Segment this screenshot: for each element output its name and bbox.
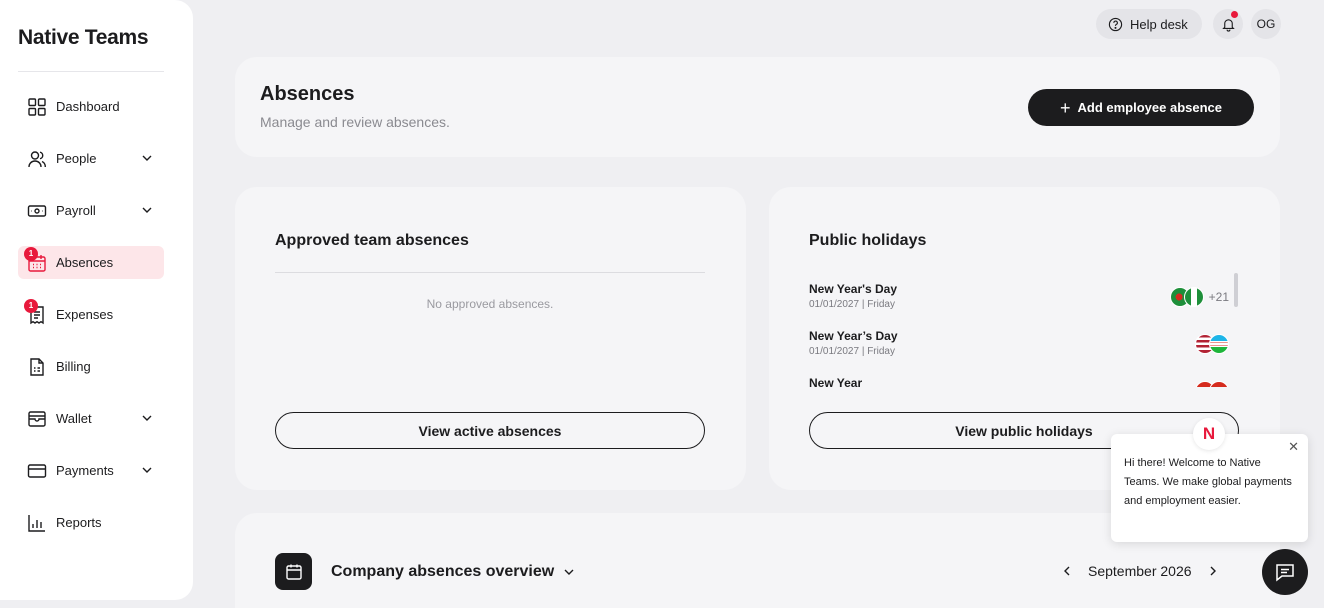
- sidebar-item-reports[interactable]: Reports: [18, 506, 164, 539]
- grid-icon: [27, 97, 47, 117]
- empty-state-text: No approved absences.: [426, 297, 554, 311]
- sidebar-item-payroll[interactable]: Payroll: [18, 194, 164, 227]
- document-icon: [27, 357, 47, 377]
- chat-logo-letter: N: [1202, 424, 1216, 443]
- chevron-down-icon[interactable]: [140, 151, 154, 165]
- holiday-name: New Year's Day: [809, 282, 898, 296]
- chevron-down-icon: [564, 569, 574, 575]
- flag-icon: [1183, 287, 1204, 307]
- holiday-row[interactable]: New Year’s Day 01/01/2027 | Friday: [809, 320, 1229, 364]
- people-icon: [27, 149, 47, 169]
- add-employee-absence-button[interactable]: + Add employee absence: [1028, 89, 1254, 126]
- country-flags[interactable]: [1195, 380, 1229, 387]
- card-icon: [27, 461, 47, 481]
- sidebar-item-expenses[interactable]: 1 Expenses: [18, 298, 164, 331]
- receipt-icon: 1: [24, 298, 47, 325]
- chevron-right-icon[interactable]: [1206, 564, 1220, 578]
- holiday-list-scrollbar[interactable]: [1234, 273, 1238, 307]
- chevron-down-icon[interactable]: [140, 203, 154, 217]
- holiday-row[interactable]: New Year's Day 01/01/2027 | Friday +21: [809, 273, 1229, 317]
- view-active-absences-button[interactable]: View active absences: [275, 412, 705, 449]
- holiday-name: New Year: [809, 376, 863, 387]
- overview-title-dropdown[interactable]: Company absences overview: [331, 563, 576, 581]
- flag-icon: [1209, 334, 1229, 354]
- sidebar-item-dashboard[interactable]: Dashboard: [18, 90, 164, 123]
- sidebar-item-label: Reports: [56, 515, 102, 530]
- month-navigator: September 2026: [1060, 563, 1220, 579]
- page-subtitle: Manage and review absences.: [260, 114, 450, 130]
- current-month: September 2026: [1088, 563, 1192, 579]
- calendar-icon: 1: [24, 246, 47, 273]
- sidebar-item-label: Dashboard: [56, 99, 120, 114]
- help-desk-button[interactable]: Help desk: [1096, 9, 1202, 39]
- chevron-left-icon[interactable]: [1060, 564, 1074, 578]
- add-employee-absence-label: Add employee absence: [1077, 100, 1223, 115]
- flag-icon: [1209, 381, 1229, 387]
- plus-icon: +: [1059, 97, 1071, 118]
- card-divider: [275, 272, 705, 273]
- page-title: Absences: [260, 83, 355, 105]
- notification-badge: 1: [24, 298, 38, 313]
- holiday-row[interactable]: New Year: [809, 367, 1229, 387]
- sidebar-item-label: Wallet: [56, 411, 92, 426]
- help-desk-label: Help desk: [1130, 16, 1188, 32]
- notifications-button[interactable]: [1213, 9, 1243, 39]
- bell-icon: [1221, 18, 1235, 32]
- holiday-name: New Year’s Day: [809, 329, 898, 343]
- notification-dot: [1231, 11, 1238, 18]
- page-header-card: Absences Manage and review absences. + A…: [235, 57, 1280, 157]
- country-flags[interactable]: +21: [1169, 286, 1229, 308]
- holiday-date: 01/01/2027 | Friday: [809, 299, 895, 310]
- chevron-down-icon[interactable]: [140, 463, 154, 477]
- chat-launcher-button[interactable]: [1262, 549, 1308, 595]
- native-teams-logo-icon: N: [1193, 418, 1225, 450]
- sidebar-item-label: People: [56, 151, 97, 166]
- help-icon: [1108, 17, 1123, 31]
- sidebar-item-label: Absences: [56, 255, 114, 270]
- approved-absences-card: Approved team absences No approved absen…: [235, 187, 746, 490]
- sidebar-item-label: Payments: [56, 463, 114, 478]
- chat-icon: [1276, 564, 1294, 582]
- approved-absences-title: Approved team absences: [275, 232, 469, 249]
- chat-welcome-popup[interactable]: ✕ Hi there! Welcome to Native Teams. We …: [1111, 434, 1308, 542]
- bar-chart-icon: [27, 513, 47, 533]
- sidebar-item-wallet[interactable]: Wallet: [18, 402, 164, 435]
- sidebar-item-absences[interactable]: 1 Absences: [18, 246, 164, 279]
- sidebar-item-label: Expenses: [56, 307, 114, 322]
- sidebar-divider: [18, 71, 164, 72]
- sidebar-item-label: Billing: [56, 359, 91, 374]
- payroll-icon: [27, 201, 47, 221]
- wallet-icon: [27, 409, 47, 429]
- notification-badge: 1: [24, 246, 38, 261]
- chevron-down-icon[interactable]: [140, 411, 154, 425]
- overview-title: Company absences overview: [331, 563, 555, 580]
- close-icon[interactable]: ✕: [1288, 439, 1299, 455]
- sidebar-item-payments[interactable]: Payments: [18, 454, 164, 487]
- holiday-list[interactable]: New Year's Day 01/01/2027 | Friday +21 N…: [809, 273, 1239, 387]
- public-holidays-title: Public holidays: [809, 232, 927, 249]
- chat-welcome-message: Hi there! Welcome to Native Teams. We ma…: [1124, 457, 1292, 507]
- holiday-date: 01/01/2027 | Friday: [809, 346, 895, 357]
- more-countries-count: +21: [1208, 290, 1229, 304]
- sidebar: Native Teams Dashboard People Payroll 1 …: [0, 0, 193, 600]
- country-flags[interactable]: [1195, 333, 1229, 355]
- avatar[interactable]: OG: [1251, 9, 1281, 39]
- sidebar-item-billing[interactable]: Billing: [18, 350, 164, 383]
- app-logo[interactable]: Native Teams: [18, 26, 149, 50]
- sidebar-item-label: Payroll: [56, 203, 96, 218]
- sidebar-item-people[interactable]: People: [18, 142, 164, 175]
- calendar-icon: [275, 553, 312, 590]
